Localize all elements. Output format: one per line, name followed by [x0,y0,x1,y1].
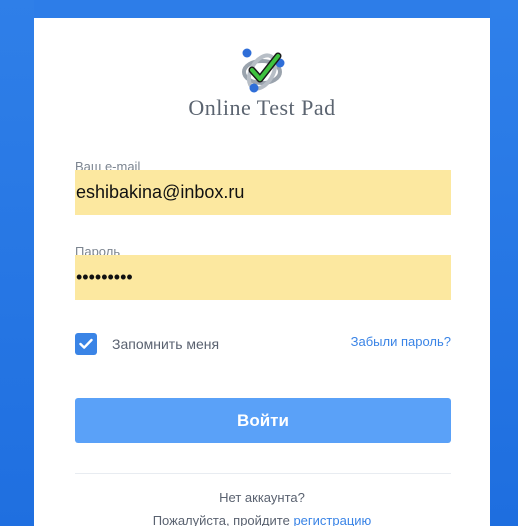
remember-me-row[interactable]: Запомнить меня [75,333,219,355]
page-background-right [490,0,518,526]
password-field[interactable] [75,255,451,300]
page-background-left [0,0,34,526]
email-field[interactable] [75,170,451,215]
login-card: Online Test Pad Ваш e-mail Пароль Запомн… [34,18,490,526]
divider [75,473,451,474]
forgot-password-link[interactable]: Забыли пароль? [351,334,451,349]
brand-title: Online Test Pad [188,95,336,120]
checkmark-icon [79,338,93,349]
remember-me-label: Запомнить меня [112,336,220,352]
page-background-top [0,0,518,18]
register-prompt: Пожалуйста, пройдите регистрацию [34,513,490,526]
remember-me-checkbox[interactable] [75,333,97,355]
no-account-text: Нет аккаунта? [219,490,305,505]
check-orbit-logo-icon [242,48,285,93]
register-prompt-text: Пожалуйста, пройдите [152,513,294,526]
register-link[interactable]: регистрацию [293,513,371,526]
login-button[interactable]: Войти [75,398,451,443]
